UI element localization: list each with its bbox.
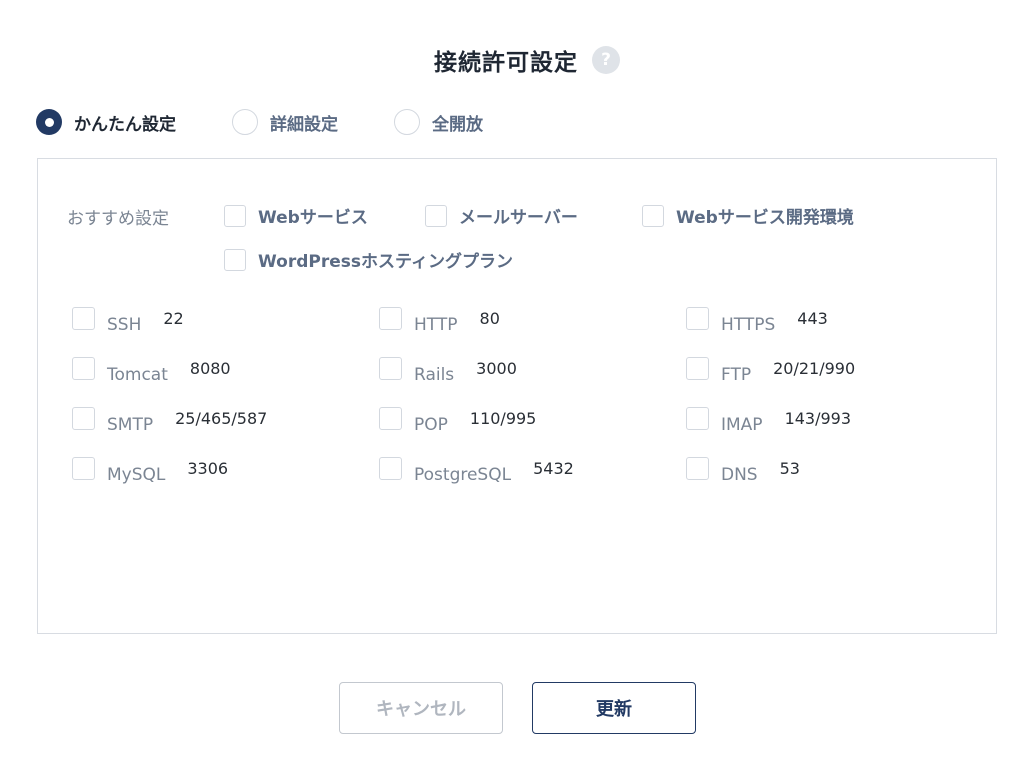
preset-section-label: おすすめ設定	[67, 209, 169, 229]
port-name: POP	[414, 414, 448, 435]
port-name: MySQL	[107, 464, 166, 485]
port-number: 22	[163, 309, 184, 328]
cancel-button[interactable]: キャンセル	[339, 682, 503, 734]
preset-label-mail-server: メールサーバー	[459, 208, 578, 228]
checkbox-icon[interactable]	[686, 457, 709, 480]
checkbox-icon[interactable]	[72, 457, 95, 480]
port-number: 25/465/587	[175, 409, 268, 428]
update-button[interactable]: 更新	[532, 682, 696, 734]
port-name: HTTP	[414, 314, 458, 335]
port-item-pop[interactable]: POP 110/995	[379, 407, 537, 435]
checkbox-icon[interactable]	[224, 248, 246, 271]
mode-label-open-all: 全開放	[432, 114, 483, 135]
preset-label-web-service: Webサービス	[258, 208, 368, 228]
checkbox-icon[interactable]	[72, 307, 95, 330]
port-item-https[interactable]: HTTPS 443	[686, 307, 828, 335]
preset-web-service[interactable]: Webサービス	[224, 203, 368, 228]
port-name: IMAP	[721, 414, 763, 435]
port-number: 8080	[189, 359, 231, 378]
preset-web-dev-env[interactable]: Webサービス開発環境	[642, 203, 854, 228]
port-name: DNS	[721, 464, 758, 485]
mode-label-easy: かんたん設定	[74, 114, 176, 135]
port-number: 3000	[476, 359, 517, 378]
preset-wordpress-hosting[interactable]: WordPressホスティングプラン	[224, 247, 513, 272]
port-item-http[interactable]: HTTP 80	[379, 307, 500, 335]
radio-unchecked-icon[interactable]	[394, 109, 420, 135]
checkbox-icon[interactable]	[686, 407, 709, 430]
port-item-rails[interactable]: Rails 3000	[379, 357, 517, 385]
radio-unchecked-icon[interactable]	[232, 109, 258, 135]
question-mark-icon[interactable]: ?	[592, 46, 620, 74]
port-name: Rails	[414, 364, 455, 385]
checkbox-icon[interactable]	[686, 357, 709, 380]
port-number: 20/21/990	[773, 359, 856, 378]
mode-label-advanced: 詳細設定	[270, 114, 338, 135]
checkbox-icon[interactable]	[72, 357, 95, 380]
port-item-smtp[interactable]: SMTP 25/465/587	[72, 407, 268, 435]
port-item-tomcat[interactable]: Tomcat 8080	[72, 357, 231, 385]
preset-label-web-dev-env: Webサービス開発環境	[676, 208, 854, 228]
port-number: 143/993	[784, 409, 852, 428]
mode-selector: かんたん設定 詳細設定 全開放	[36, 107, 539, 137]
dialog-title: 接続許可設定	[434, 50, 578, 76]
radio-checked-icon[interactable]	[36, 109, 62, 135]
checkbox-icon[interactable]	[425, 204, 447, 227]
preset-mail-server[interactable]: メールサーバー	[425, 203, 578, 228]
port-item-ssh[interactable]: SSH 22	[72, 307, 184, 335]
port-number: 80	[479, 309, 500, 328]
checkbox-icon[interactable]	[379, 407, 402, 430]
port-item-postgresql[interactable]: PostgreSQL 5432	[379, 457, 574, 485]
port-name: Tomcat	[107, 364, 168, 385]
port-item-mysql[interactable]: MySQL 3306	[72, 457, 229, 485]
mode-option-advanced[interactable]: 詳細設定	[232, 109, 338, 135]
checkbox-icon[interactable]	[379, 357, 402, 380]
port-name: SMTP	[107, 414, 154, 435]
checkbox-icon[interactable]	[72, 407, 95, 430]
mode-option-easy[interactable]: かんたん設定	[36, 109, 176, 135]
port-item-imap[interactable]: IMAP 143/993	[686, 407, 852, 435]
checkbox-icon[interactable]	[379, 457, 402, 480]
port-name: PostgreSQL	[414, 464, 512, 485]
dialog-footer: キャンセル 更新	[0, 682, 1024, 734]
preset-label-wordpress-hosting: WordPressホスティングプラン	[258, 252, 513, 272]
checkbox-icon[interactable]	[224, 204, 246, 227]
port-name: SSH	[107, 314, 142, 335]
port-item-ftp[interactable]: FTP 20/21/990	[686, 357, 856, 385]
port-name: HTTPS	[721, 314, 776, 335]
port-number: 3306	[187, 459, 229, 478]
settings-panel: おすすめ設定 Webサービス メールサーバー Webサービス開発環境 WordP…	[37, 158, 997, 634]
port-number: 53	[779, 459, 800, 478]
mode-option-open-all[interactable]: 全開放	[394, 109, 483, 135]
port-number: 443	[797, 309, 828, 328]
port-name: FTP	[721, 364, 752, 385]
checkbox-icon[interactable]	[642, 204, 664, 227]
radio-dot	[44, 117, 54, 127]
checkbox-icon[interactable]	[379, 307, 402, 330]
port-number: 5432	[533, 459, 574, 478]
checkbox-icon[interactable]	[686, 307, 709, 330]
dialog-header: 接続許可設定 ?	[0, 40, 1024, 80]
port-number: 110/995	[469, 409, 537, 428]
port-item-dns[interactable]: DNS 53	[686, 457, 800, 485]
